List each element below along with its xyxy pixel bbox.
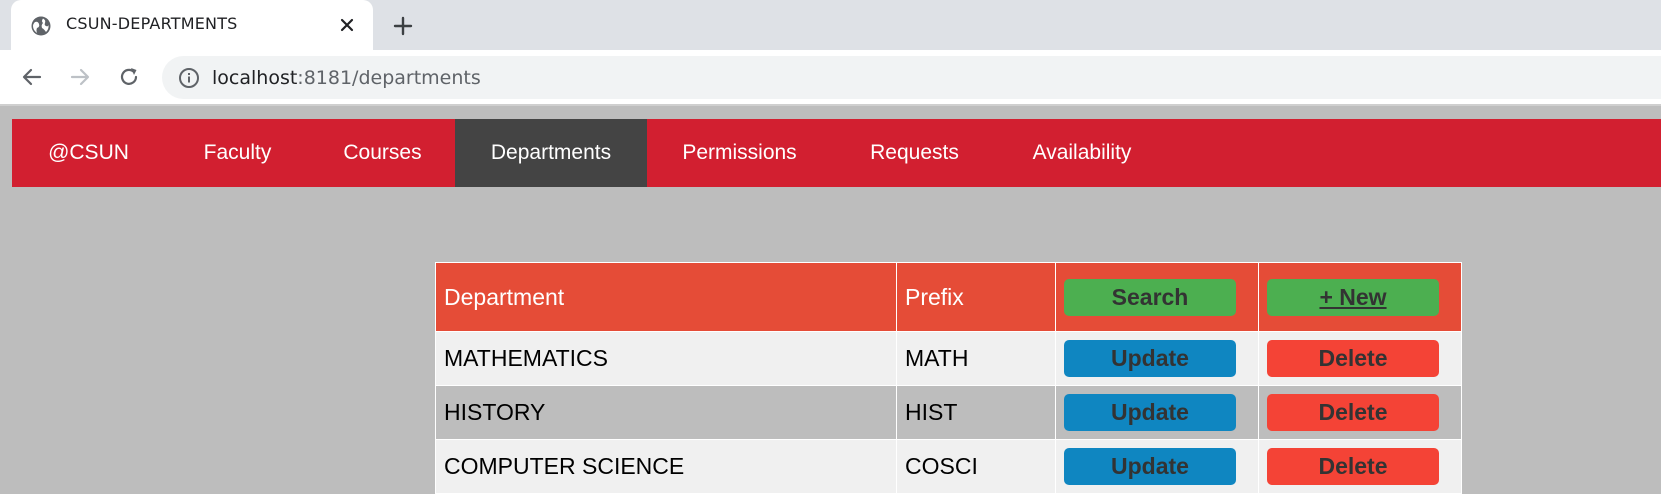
table-row: MATHEMATICS MATH Update Delete xyxy=(435,331,1462,386)
cell-delete: Delete xyxy=(1258,439,1462,494)
cell-department: HISTORY xyxy=(435,385,897,440)
url-host: localhost xyxy=(212,67,298,89)
chrome-divider xyxy=(0,104,1661,106)
nav-item-courses[interactable]: Courses xyxy=(310,119,455,187)
info-icon[interactable] xyxy=(178,67,200,89)
update-button[interactable]: Update xyxy=(1064,448,1236,485)
globe-icon xyxy=(31,16,51,36)
back-arrow-icon[interactable] xyxy=(20,65,44,89)
new-department-button[interactable]: + New xyxy=(1267,278,1439,316)
url-text: localhost:8181/departments xyxy=(212,67,481,89)
tab-title: CSUN-DEPARTMENTS xyxy=(66,14,238,33)
delete-button[interactable]: Delete xyxy=(1267,340,1439,377)
delete-button[interactable]: Delete xyxy=(1267,394,1439,431)
browser-toolbar: localhost:8181/departments xyxy=(0,50,1661,104)
nav-item-faculty[interactable]: Faculty xyxy=(165,119,310,187)
main-navbar: @CSUN Faculty Courses Departments Permis… xyxy=(12,119,1661,187)
cell-delete: Delete xyxy=(1258,331,1462,386)
cell-prefix: HIST xyxy=(896,385,1056,440)
address-bar[interactable]: localhost:8181/departments xyxy=(162,56,1661,99)
table-row: HISTORY HIST Update Delete xyxy=(435,385,1462,440)
cell-department: COMPUTER SCIENCE xyxy=(435,439,897,494)
departments-table: Department Prefix Search + New MATHEMATI… xyxy=(435,262,1462,494)
nav-item-requests[interactable]: Requests xyxy=(832,119,997,187)
browser-tab[interactable]: CSUN-DEPARTMENTS xyxy=(11,0,373,50)
nav-item-departments[interactable]: Departments xyxy=(455,119,647,187)
search-button[interactable]: Search xyxy=(1064,278,1236,316)
nav-item-csun[interactable]: @CSUN xyxy=(12,119,165,187)
cell-prefix: MATH xyxy=(896,331,1056,386)
reload-icon[interactable] xyxy=(117,65,141,89)
new-tab-plus-icon[interactable] xyxy=(392,15,414,37)
header-search-cell: Search xyxy=(1055,262,1259,332)
nav-item-availability[interactable]: Availability xyxy=(997,119,1167,187)
table-header-row: Department Prefix Search + New xyxy=(435,262,1462,332)
cell-update: Update xyxy=(1055,385,1259,440)
nav-item-permissions[interactable]: Permissions xyxy=(647,119,832,187)
cell-update: Update xyxy=(1055,439,1259,494)
browser-tabstrip: CSUN-DEPARTMENTS xyxy=(0,0,1661,50)
close-icon[interactable] xyxy=(337,15,357,35)
cell-update: Update xyxy=(1055,331,1259,386)
update-button[interactable]: Update xyxy=(1064,394,1236,431)
table-row: COMPUTER SCIENCE COSCI Update Delete xyxy=(435,439,1462,494)
cell-department: MATHEMATICS xyxy=(435,331,897,386)
url-path: :8181/departments xyxy=(297,67,481,89)
header-prefix: Prefix xyxy=(896,262,1056,332)
forward-arrow-icon[interactable] xyxy=(68,65,92,89)
update-button[interactable]: Update xyxy=(1064,340,1236,377)
header-new-cell: + New xyxy=(1258,262,1462,332)
cell-delete: Delete xyxy=(1258,385,1462,440)
cell-prefix: COSCI xyxy=(896,439,1056,494)
delete-button[interactable]: Delete xyxy=(1267,448,1439,485)
header-department: Department xyxy=(435,262,897,332)
